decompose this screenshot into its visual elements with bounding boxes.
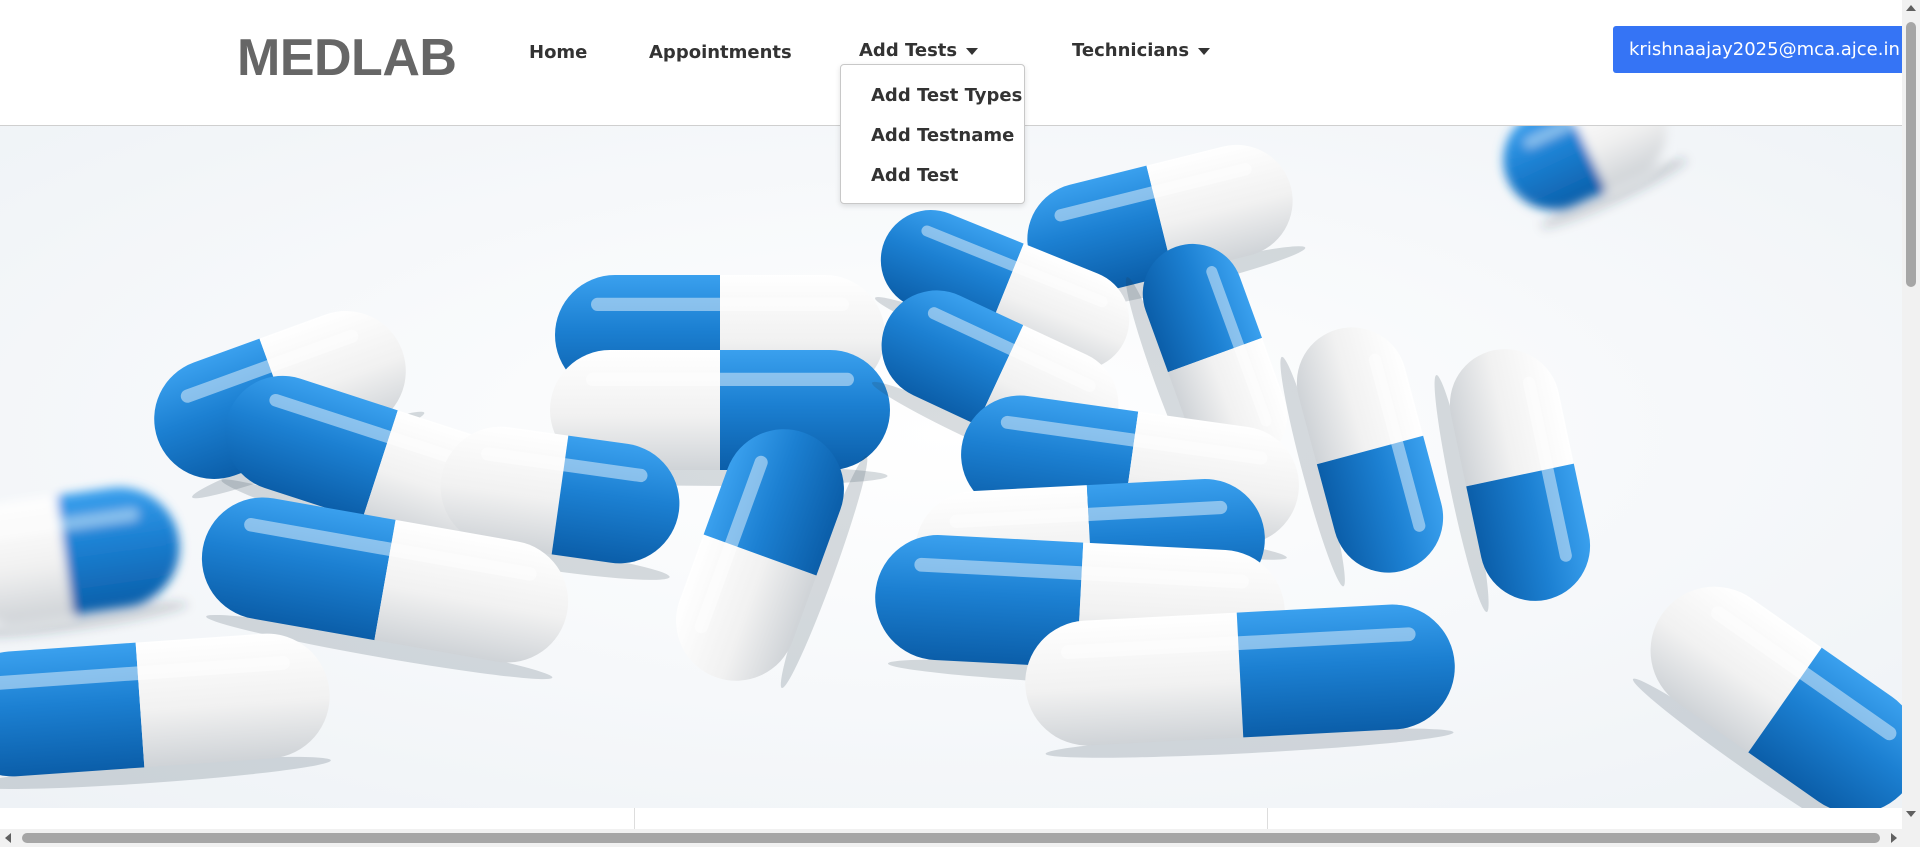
horizontal-scroll-thumb[interactable] <box>22 833 1880 843</box>
capsules-illustration <box>0 126 1902 809</box>
nav-add-tests-label: Add Tests <box>859 40 958 61</box>
scroll-right-arrow-icon[interactable] <box>1891 833 1897 843</box>
horizontal-scrollbar[interactable] <box>0 829 1920 847</box>
hero-image <box>0 126 1902 809</box>
dropdown-item-add-test-types[interactable]: Add Test Types <box>871 85 1022 106</box>
vertical-scrollbar[interactable] <box>1902 0 1920 830</box>
dropdown-item-add-test[interactable]: Add Test <box>871 165 958 186</box>
column-divider <box>634 808 635 830</box>
nav-add-tests[interactable]: Add Tests <box>859 40 979 61</box>
chevron-down-icon <box>966 47 979 55</box>
chevron-down-icon <box>1198 47 1211 55</box>
brand-logo[interactable]: MEDLAB <box>237 28 457 88</box>
nav-technicians[interactable]: Technicians <box>1072 40 1211 61</box>
scroll-left-arrow-icon[interactable] <box>5 833 11 843</box>
column-divider <box>1267 808 1268 830</box>
vertical-scroll-thumb[interactable] <box>1906 22 1916 287</box>
add-tests-dropdown-menu: Add Test Types Add Testname Add Test <box>840 64 1025 204</box>
capsule <box>1025 604 1455 758</box>
scroll-down-arrow-icon[interactable] <box>1906 811 1916 817</box>
dropdown-item-add-testname[interactable]: Add Testname <box>871 125 1014 146</box>
nav-technicians-label: Technicians <box>1072 40 1190 61</box>
user-email: krishnaajay2025@mca.ajce.in <box>1629 39 1900 60</box>
content-strip <box>0 808 1902 830</box>
nav-appointments[interactable]: Appointments <box>649 42 792 63</box>
scroll-up-arrow-icon[interactable] <box>1906 5 1916 11</box>
nav-home[interactable]: Home <box>529 42 587 63</box>
user-account-button[interactable]: krishnaajay2025@mca.ajce.in <box>1613 26 1902 73</box>
